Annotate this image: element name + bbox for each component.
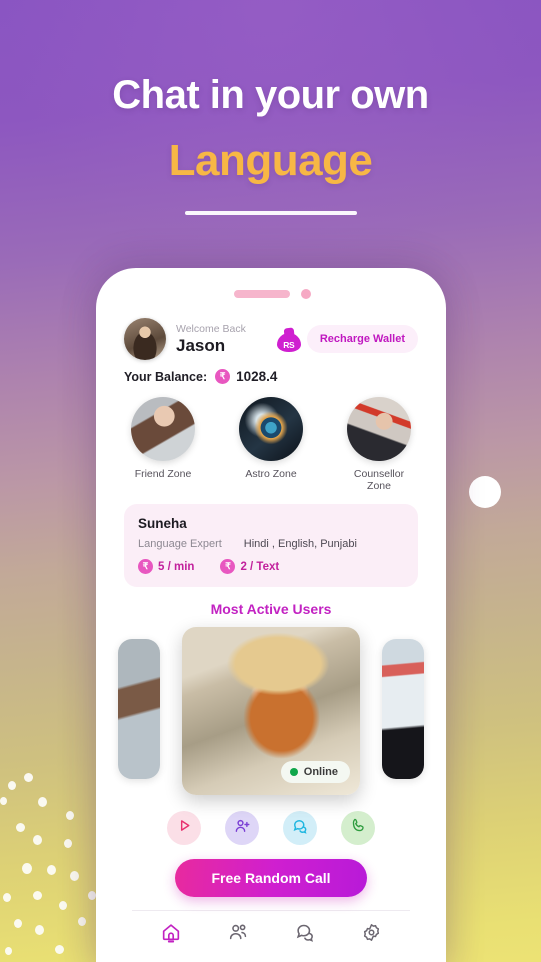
- message-button[interactable]: [283, 811, 317, 845]
- avatar[interactable]: [124, 318, 166, 360]
- people-icon: [227, 921, 249, 948]
- zone-list: Friend Zone Astro Zone Counsellor Zone: [124, 397, 418, 492]
- phone-mockup: Welcome Back Jason RS Recharge Wallet Yo…: [96, 268, 446, 962]
- phone-screen: Welcome Back Jason RS Recharge Wallet Yo…: [106, 278, 436, 962]
- section-title-active-users: Most Active Users: [210, 601, 332, 617]
- nav-item-home[interactable]: [160, 921, 182, 948]
- headline-line-2: Language: [168, 136, 373, 186]
- expert-price-text: ₹ 2 / Text: [220, 559, 279, 574]
- nav-item-settings[interactable]: [361, 921, 382, 948]
- zone-image-astro: [239, 397, 303, 461]
- add-person-icon: [233, 817, 251, 840]
- expert-name: Suneha: [138, 516, 187, 531]
- decorative-dots: [0, 767, 100, 962]
- recharge-wallet-button[interactable]: Recharge Wallet: [306, 325, 418, 353]
- zone-image-friend: [131, 397, 195, 461]
- zone-item-counsellor[interactable]: Counsellor Zone: [342, 397, 416, 492]
- expert-role: Language Expert: [138, 538, 222, 550]
- bottom-navigation: [124, 911, 418, 948]
- zone-label-counsellor: Counsellor Zone: [353, 468, 405, 492]
- money-bag-label: RS: [283, 340, 295, 350]
- speaker-grill-icon: [234, 290, 290, 298]
- expert-price-call: ₹ 5 / min: [138, 559, 194, 574]
- expert-price-call-text: 5 / min: [158, 560, 195, 573]
- action-buttons: [124, 811, 418, 845]
- carousel-card-previous[interactable]: [118, 639, 160, 779]
- balance-amount: 1028.4: [236, 369, 278, 384]
- status-badge: Online: [280, 761, 350, 783]
- welcome-label: Welcome Back: [176, 322, 246, 335]
- chat-icon: [294, 921, 316, 948]
- gear-icon: [361, 922, 382, 948]
- phone-notch: [106, 278, 436, 312]
- hero-headline: Chat in your own Language: [0, 73, 541, 216]
- headline-divider: [184, 211, 357, 216]
- zone-item-astro[interactable]: Astro Zone: [234, 397, 308, 492]
- zone-label-friend: Friend Zone: [134, 468, 192, 480]
- money-bag-icon: RS: [276, 326, 302, 352]
- balance-row: Your Balance: ₹ 1028.4: [124, 369, 418, 384]
- balance-label: Your Balance:: [124, 369, 208, 384]
- nav-item-people[interactable]: [227, 921, 249, 948]
- front-camera-icon: [301, 289, 311, 299]
- expert-languages: Hindi , English, Punjabi: [243, 538, 357, 550]
- zone-label-astro: Astro Zone: [245, 468, 297, 480]
- video-call-button[interactable]: [167, 811, 201, 845]
- greeting-block: Welcome Back Jason: [176, 323, 246, 356]
- zone-item-friend[interactable]: Friend Zone: [126, 397, 200, 492]
- status-badge-label: Online: [303, 766, 338, 778]
- rupee-coin-icon: ₹: [215, 369, 231, 384]
- headline-line-1: Chat in your own: [112, 73, 429, 117]
- expert-price-text-text: 2 / Text: [240, 560, 280, 573]
- user-name: Jason: [176, 335, 226, 355]
- chat-icon: [291, 817, 309, 840]
- carousel-card-current[interactable]: Online: [182, 627, 360, 795]
- add-friend-button[interactable]: [225, 811, 259, 845]
- online-dot-icon: [289, 768, 298, 776]
- rupee-coin-icon: ₹: [220, 559, 236, 574]
- active-users-carousel[interactable]: Online: [118, 627, 424, 799]
- carousel-card-next[interactable]: [382, 639, 424, 779]
- decorative-circle: [469, 476, 501, 508]
- phone-icon: [350, 817, 367, 839]
- nav-item-chat[interactable]: [294, 921, 316, 948]
- free-random-call-button[interactable]: Free Random Call: [175, 859, 367, 897]
- voice-call-button[interactable]: [341, 811, 375, 845]
- rupee-coin-icon: ₹: [138, 559, 153, 574]
- expert-card[interactable]: Suneha Language Expert Hindi , English, …: [124, 504, 418, 587]
- play-icon: [176, 817, 193, 839]
- zone-image-counsellor: [347, 397, 411, 461]
- home-icon: [160, 921, 182, 948]
- app-header: Welcome Back Jason RS Recharge Wallet: [124, 318, 418, 360]
